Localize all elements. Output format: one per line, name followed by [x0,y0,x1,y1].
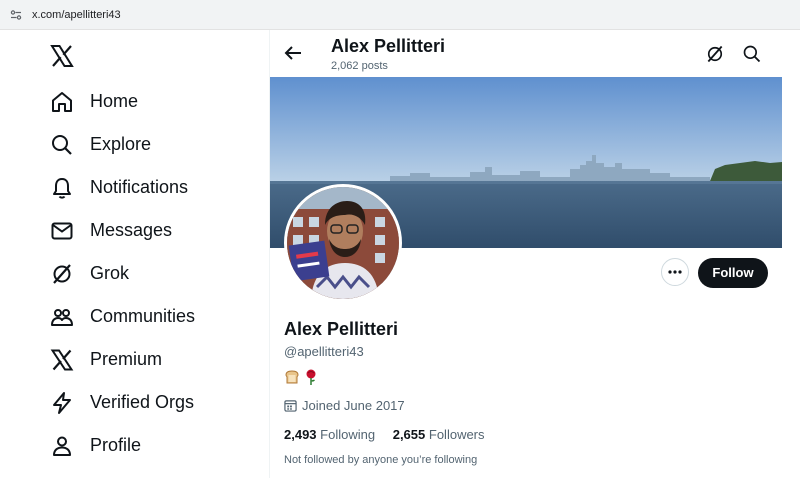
person-icon [53,436,71,456]
following-link[interactable]: 2,493 Following [284,427,375,442]
following-label: Following [320,427,376,442]
profile-bio [284,369,318,387]
nav-notifications[interactable]: Notifications [50,174,250,202]
profile-name: Alex Pellitteri [284,319,399,339]
bell-icon [53,178,71,199]
profile-avatar[interactable] [284,184,402,302]
followers-link[interactable]: 2,655 Followers [393,427,485,442]
nav-grok-label: Grok [90,263,130,283]
nav-notifications-label: Notifications [90,177,189,197]
grok-icon [53,264,71,284]
people-icon [51,309,73,326]
follow-counts: 2,493 Following 2,655 Followers [284,427,499,442]
nav-grok[interactable]: Grok [50,260,250,288]
profile-header-bar: Alex Pellitteri 2,062 posts [270,30,782,77]
nav-premium-label: Premium [90,349,163,369]
nav-communities-label: Communities [90,306,196,326]
nav-explore[interactable]: Explore [50,131,250,159]
nav-premium[interactable]: Premium [50,346,250,374]
envelope-icon [51,222,73,240]
nav-messages-label: Messages [90,220,173,240]
follow-button[interactable]: Follow [698,258,768,288]
page-gutter [782,30,800,478]
profile-handle: @apellitteri43 [284,344,364,359]
search-icon[interactable] [742,44,762,64]
home-icon [52,92,72,112]
nav-explore-label: Explore [90,134,152,154]
bread-emoji-icon [284,369,300,390]
lightning-icon [53,392,71,414]
nav-verified-orgs[interactable]: Verified Orgs [50,389,250,417]
calendar-icon [284,400,297,412]
site-settings-icon[interactable] [10,9,22,21]
join-date: Joined June 2017 [284,398,405,413]
nav-profile-label: Profile [90,435,142,455]
profile-column: Alex Pellitteri 2,062 posts Follow Alex … [270,30,782,478]
search-icon [52,135,72,155]
avatar-photo [287,187,399,299]
x-logo-icon[interactable] [50,44,74,68]
ellipsis-icon [668,270,682,274]
not-followed-note: Not followed by anyone you’re following [284,454,478,466]
left-navigation: Home Explore Notifications Messages Grok [0,30,270,478]
post-count: 2,062 posts [331,60,388,72]
grok-icon[interactable] [705,44,725,64]
nav-home[interactable]: Home [50,88,250,116]
x-logo-icon [50,349,74,371]
nav-messages[interactable]: Messages [50,217,250,245]
join-date-text: Joined June 2017 [302,398,405,413]
browser-address-bar[interactable]: x.com/apellitteri43 [0,0,800,30]
rose-emoji-icon [304,369,318,390]
address-url[interactable]: x.com/apellitteri43 [32,9,121,21]
more-options-button[interactable] [661,258,689,286]
back-arrow-icon[interactable] [283,43,303,63]
followers-count: 2,655 [392,427,426,442]
nav-verified-orgs-label: Verified Orgs [90,392,195,412]
header-title: Alex Pellitteri [331,36,446,56]
nav-communities[interactable]: Communities [50,303,250,331]
followers-label: Followers [428,427,485,442]
nav-profile[interactable]: Profile [50,432,250,460]
following-count: 2,493 [284,427,317,442]
nav-home-label: Home [90,91,139,111]
